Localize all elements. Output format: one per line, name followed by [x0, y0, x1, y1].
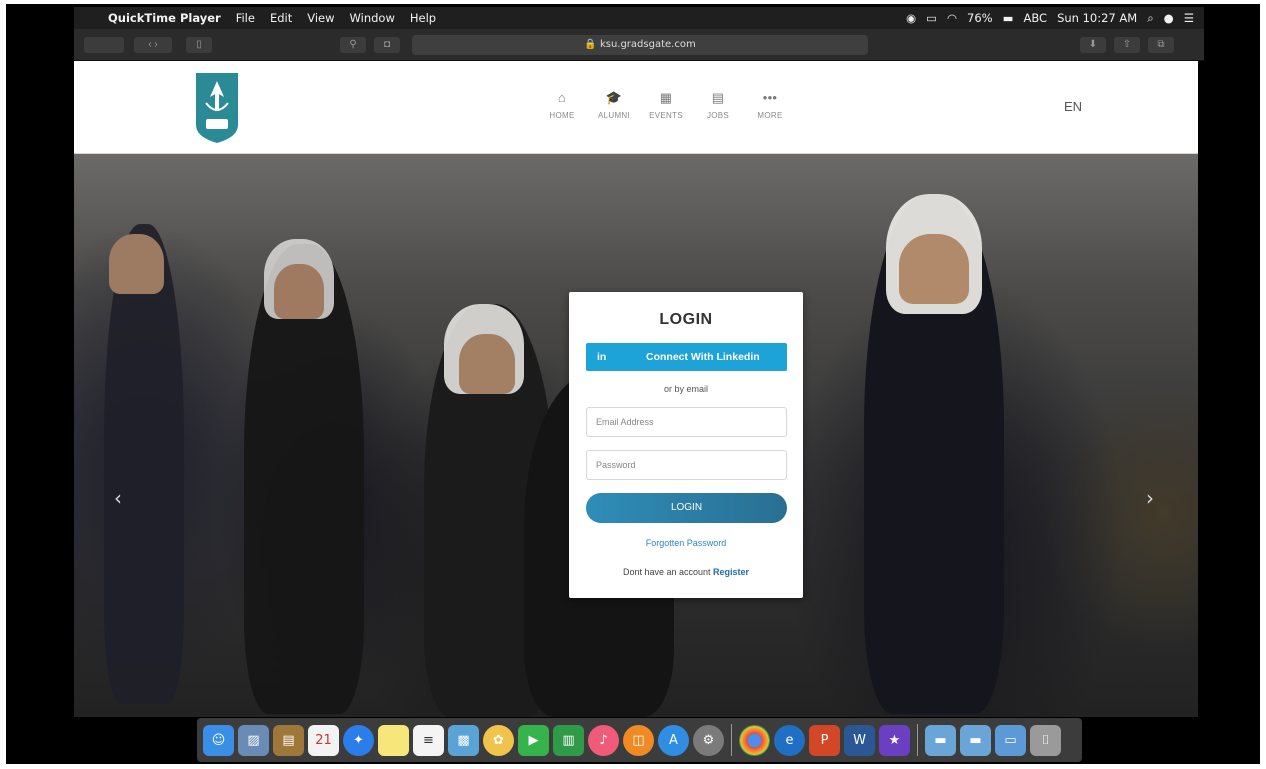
- window-controls[interactable]: [84, 37, 124, 53]
- nav-jobs[interactable]: ▤ JOBS: [692, 89, 744, 120]
- folder-icon-3[interactable]: ▭: [995, 724, 1026, 756]
- university-logo[interactable]: [194, 73, 240, 143]
- trash-icon[interactable]: ⌷: [1030, 724, 1061, 756]
- record-icon[interactable]: ◉: [906, 11, 916, 25]
- main-nav: ⌂ HOME 🎓 ALUMNI ▦ EVENTS ▤ JOBS ••• MORE: [536, 89, 796, 120]
- face: [109, 234, 164, 294]
- url-text: ksu.gradsgate.com: [599, 39, 696, 50]
- menu-file[interactable]: File: [236, 11, 255, 25]
- language-switch[interactable]: EN: [1064, 99, 1082, 114]
- login-title: LOGIN: [659, 311, 713, 328]
- forgotten-password-link[interactable]: Forgotten Password: [569, 538, 803, 548]
- face: [899, 234, 969, 304]
- linkedin-icon: in: [597, 351, 607, 363]
- calendar-icon: ▦: [659, 90, 673, 105]
- status-area: ◉ ▭ ◠ 76% ▬ ABC Sun 10:27 AM ⌕ ● ☰: [906, 7, 1194, 29]
- textedit-icon[interactable]: ≡: [413, 724, 444, 756]
- menu-bar: QuickTime Player File Edit View Window H…: [74, 7, 1204, 29]
- browser-toolbar: ‹ › ▯ ⚲ ◘ 🔒 ksu.gradsgate.com ⬇ ⇧ ⧉: [74, 29, 1204, 61]
- menu-edit[interactable]: Edit: [270, 11, 292, 25]
- nav-label: MORE: [757, 111, 783, 120]
- nav-label: JOBS: [706, 111, 730, 120]
- music-icon[interactable]: ♪: [588, 724, 619, 756]
- battery-percent[interactable]: 76%: [967, 11, 993, 25]
- login-card: LOGIN in Connect With Linkedin or by ema…: [569, 292, 803, 598]
- register-prompt: Dont have an account Register: [569, 567, 803, 577]
- face: [459, 334, 515, 394]
- slider-prev-arrow[interactable]: ‹: [114, 486, 122, 510]
- siri-icon[interactable]: ●: [1164, 11, 1174, 25]
- graduate-figure: [104, 224, 184, 704]
- linkedin-connect-button[interactable]: in Connect With Linkedin: [586, 343, 787, 371]
- login-button[interactable]: LOGIN: [586, 493, 787, 523]
- or-by-email-text: or by email: [663, 384, 708, 394]
- system-preferences-icon[interactable]: ⚙: [693, 724, 724, 756]
- wifi-icon[interactable]: ◠: [947, 11, 957, 25]
- dock-separator: [731, 724, 732, 756]
- notes-icon[interactable]: ▤: [273, 724, 304, 756]
- safari-icon[interactable]: ✦: [343, 724, 374, 756]
- spotlight-icon[interactable]: ⌕: [1147, 11, 1153, 26]
- site-header: ⌂ HOME 🎓 ALUMNI ▦ EVENTS ▤ JOBS ••• MORE…: [74, 61, 1198, 154]
- lock-icon: 🔒: [584, 39, 600, 50]
- photos-icon[interactable]: ▩: [448, 724, 479, 756]
- nav-label: ALUMNI: [597, 111, 631, 120]
- dock-separator: [917, 724, 918, 756]
- word-icon[interactable]: W: [844, 724, 875, 756]
- nav-alumni[interactable]: 🎓 ALUMNI: [588, 89, 640, 120]
- numbers-icon[interactable]: ▥: [553, 724, 584, 756]
- imovie-icon[interactable]: ★: [879, 724, 910, 756]
- display-icon[interactable]: ▭: [926, 11, 937, 25]
- slider-next-arrow[interactable]: ›: [1146, 486, 1154, 510]
- app-name-menu[interactable]: QuickTime Player: [108, 11, 221, 25]
- app-store-icon[interactable]: A: [658, 724, 689, 756]
- email-field[interactable]: Email Address: [586, 407, 787, 437]
- home-icon: ⌂: [557, 90, 567, 105]
- preview-icon[interactable]: ▨: [238, 724, 269, 756]
- nav-home[interactable]: ⌂ HOME: [536, 89, 588, 120]
- password-field[interactable]: Password: [586, 450, 787, 480]
- nav-label: EVENTS: [649, 111, 683, 120]
- folder-icon-2[interactable]: ▬: [960, 724, 991, 756]
- menu-window[interactable]: Window: [350, 11, 395, 25]
- folder-icon[interactable]: ▬: [925, 724, 956, 756]
- stickies-icon[interactable]: [378, 724, 409, 756]
- register-link[interactable]: Register: [713, 567, 749, 577]
- chrome-icon[interactable]: [739, 724, 770, 756]
- input-source[interactable]: ABC: [1023, 11, 1047, 25]
- finder-icon[interactable]: ☺: [203, 724, 234, 756]
- download-icon[interactable]: ⬇: [1080, 37, 1106, 53]
- back-forward-icon[interactable]: ‹ ›: [134, 37, 172, 53]
- no-account-text: Dont have an account: [622, 567, 711, 577]
- books-icon[interactable]: ◫: [623, 724, 654, 756]
- facetime-icon[interactable]: ▶: [518, 724, 549, 756]
- powerpoint-icon[interactable]: P: [809, 724, 840, 756]
- briefcase-icon: ▤: [711, 90, 725, 105]
- nav-events[interactable]: ▦ EVENTS: [640, 89, 692, 120]
- menu-help[interactable]: Help: [410, 11, 436, 25]
- url-bar[interactable]: 🔒 ksu.gradsgate.com: [412, 35, 868, 55]
- linkedin-label: Connect With Linkedin: [646, 351, 760, 363]
- shield-icon[interactable]: ◘: [374, 37, 400, 53]
- tabs-icon[interactable]: ⧉: [1148, 37, 1174, 53]
- battery-icon[interactable]: ▬: [1003, 11, 1014, 25]
- clock[interactable]: Sun 10:27 AM: [1057, 11, 1137, 25]
- more-dots-icon: •••: [762, 90, 778, 105]
- nav-label: HOME: [549, 111, 575, 120]
- sidebar-icon[interactable]: ▯: [186, 37, 212, 53]
- calendar-icon[interactable]: 21: [308, 724, 339, 756]
- graduation-cap-icon: 🎓: [605, 90, 623, 105]
- nav-more[interactable]: ••• MORE: [744, 89, 796, 120]
- edge-icon[interactable]: e: [774, 724, 805, 756]
- face: [274, 264, 324, 319]
- dock: ☺ ▨ ▤ 21 ✦ ≡ ▩ ✿ ▶ ▥ ♪ ◫ A ⚙ e P W ★ ▬ ▬…: [197, 718, 1082, 762]
- notification-center-icon[interactable]: ☰: [1184, 11, 1194, 25]
- share-icon[interactable]: ⇧: [1114, 37, 1140, 53]
- photos-app-icon[interactable]: ✿: [483, 724, 514, 756]
- menu-view[interactable]: View: [307, 11, 334, 25]
- pin-icon[interactable]: ⚲: [340, 37, 366, 53]
